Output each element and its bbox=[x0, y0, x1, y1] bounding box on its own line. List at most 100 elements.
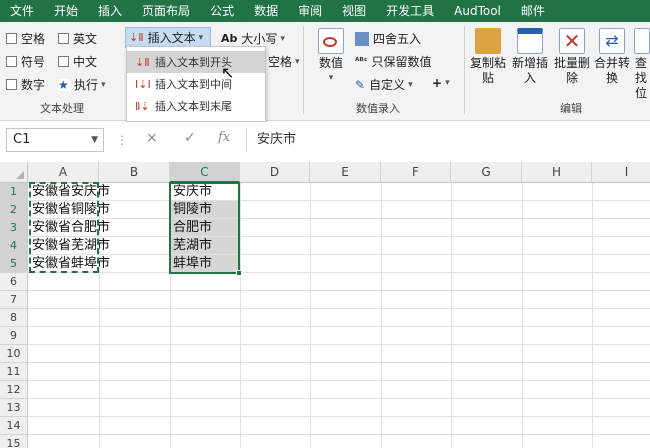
insert-text-button[interactable]: ⇣Ⅱ 插入文本 ▾ bbox=[125, 27, 211, 48]
drag-handle-icon[interactable]: ⋮ bbox=[116, 133, 129, 147]
row-header-3[interactable]: 3 bbox=[0, 219, 28, 237]
chevron-down-icon: ▾ bbox=[295, 56, 300, 67]
gridline bbox=[28, 380, 650, 381]
column-header-d[interactable]: D bbox=[240, 162, 310, 183]
plus-button[interactable]: + ▾ bbox=[432, 76, 450, 90]
value-icon bbox=[318, 28, 344, 54]
fill-handle[interactable] bbox=[236, 270, 242, 276]
checkbox-icon bbox=[58, 33, 69, 44]
formula-input[interactable]: 安庆市 bbox=[246, 128, 646, 152]
execute-label: 执行 bbox=[74, 78, 99, 92]
row-header-11[interactable]: 11 bbox=[0, 363, 28, 381]
row-header-8[interactable]: 8 bbox=[0, 309, 28, 327]
tab-page-layout[interactable]: 页面布局 bbox=[132, 0, 200, 22]
edit-group-label: 编辑 bbox=[560, 102, 582, 115]
gridline bbox=[522, 183, 523, 448]
checkbox-icon bbox=[58, 56, 69, 67]
tab-review[interactable]: 审阅 bbox=[288, 0, 332, 22]
find-label: 查找位 bbox=[634, 56, 647, 100]
insert-function-button[interactable]: fx bbox=[218, 130, 230, 145]
column-header-e[interactable]: E bbox=[310, 162, 381, 183]
merge-convert-button[interactable]: ⇄ 合并转换 bbox=[592, 28, 632, 86]
tab-view[interactable]: 视图 bbox=[332, 0, 376, 22]
menu-item-insert-start[interactable]: ⇣Ⅱ 插入文本到开头 bbox=[127, 51, 265, 73]
row-header-13[interactable]: 13 bbox=[0, 399, 28, 417]
tab-insert[interactable]: 插入 bbox=[88, 0, 132, 22]
check-number[interactable]: 数字 bbox=[6, 76, 45, 93]
gridline bbox=[28, 254, 650, 255]
column-header-b[interactable]: B bbox=[99, 162, 170, 183]
check-symbol[interactable]: 符号 bbox=[6, 53, 45, 70]
menu-item-insert-middle[interactable]: Ⅰ⇣Ⅰ 插入文本到中间 bbox=[127, 73, 265, 95]
tab-mail[interactable]: 邮件 bbox=[511, 0, 555, 22]
name-box[interactable]: C1 ▼ bbox=[6, 128, 104, 152]
add-insert-button[interactable]: 新增插入 bbox=[510, 28, 550, 86]
find-button[interactable]: 查找位 bbox=[634, 28, 650, 101]
text-group-label: 文本处理 bbox=[40, 102, 84, 115]
check-label: 数字 bbox=[21, 78, 46, 92]
tab-developer[interactable]: 开发工具 bbox=[376, 0, 444, 22]
check-space[interactable]: 空格 bbox=[6, 30, 45, 47]
column-header-h[interactable]: H bbox=[522, 162, 592, 183]
row-header-12[interactable]: 12 bbox=[0, 381, 28, 399]
confirm-button[interactable]: ✓ bbox=[184, 130, 196, 146]
tab-data[interactable]: 数据 bbox=[244, 0, 288, 22]
check-label: 空格 bbox=[21, 32, 46, 46]
row-header-2[interactable]: 2 bbox=[0, 201, 28, 219]
gridline bbox=[28, 326, 650, 327]
gridline bbox=[28, 416, 650, 417]
row-header-6[interactable]: 6 bbox=[0, 273, 28, 291]
check-label: 符号 bbox=[21, 55, 46, 69]
tab-file[interactable]: 文件 bbox=[0, 0, 44, 22]
copy-paste-button[interactable]: 复制粘贴 bbox=[468, 28, 508, 86]
chevron-down-icon: ▾ bbox=[408, 79, 413, 90]
merge-convert-label: 合并转换 bbox=[593, 56, 630, 85]
insert-start-icon: ⇣Ⅱ bbox=[135, 55, 150, 69]
cancel-button[interactable]: × bbox=[146, 130, 158, 146]
case-label: 大小写 bbox=[241, 32, 278, 46]
plus-label: + bbox=[432, 76, 443, 90]
batch-delete-button[interactable]: ✕ 批量删除 bbox=[552, 28, 592, 86]
gridline bbox=[592, 183, 593, 448]
row-header-1[interactable]: 1 bbox=[0, 183, 28, 201]
group-separator bbox=[303, 26, 304, 114]
column-header-c[interactable]: C bbox=[170, 162, 240, 183]
column-header-g[interactable]: G bbox=[451, 162, 522, 183]
gridline bbox=[28, 434, 650, 435]
tab-formulas[interactable]: 公式 bbox=[200, 0, 244, 22]
space-button[interactable]: 空格 ▾ bbox=[268, 53, 300, 70]
column-header-a[interactable]: A bbox=[28, 162, 99, 183]
row-header-15[interactable]: 15 bbox=[0, 435, 28, 448]
name-box-value: C1 bbox=[13, 132, 31, 147]
row-header-4[interactable]: 4 bbox=[0, 237, 28, 255]
column-header-i[interactable]: I bbox=[592, 162, 650, 183]
row-header-7[interactable]: 7 bbox=[0, 291, 28, 309]
select-all-corner[interactable] bbox=[0, 162, 28, 183]
gridline bbox=[310, 183, 311, 448]
gridline bbox=[28, 200, 650, 201]
tab-audtool[interactable]: AudTool bbox=[444, 0, 511, 22]
value-button[interactable]: 数值 ▾ bbox=[314, 28, 348, 86]
row-header-14[interactable]: 14 bbox=[0, 417, 28, 435]
chevron-down-icon[interactable]: ▼ bbox=[91, 129, 98, 151]
check-chinese[interactable]: 中文 bbox=[58, 53, 97, 70]
check-english[interactable]: 英文 bbox=[58, 30, 97, 47]
case-icon: Ab bbox=[221, 32, 238, 45]
merge-icon: ⇄ bbox=[599, 28, 625, 54]
case-button[interactable]: Ab 大小写 ▾ bbox=[221, 30, 285, 47]
custom-button[interactable]: ✎ 自定义 ▾ bbox=[355, 76, 413, 93]
menu-item-label: 插入文本到末尾 bbox=[155, 100, 232, 113]
row-header-5[interactable]: 5 bbox=[0, 255, 28, 273]
row-header-10[interactable]: 10 bbox=[0, 345, 28, 363]
column-header-f[interactable]: F bbox=[381, 162, 451, 183]
menu-item-insert-end[interactable]: Ⅱ⇣ 插入文本到末尾 bbox=[127, 95, 265, 117]
keep-value-button[interactable]: ᴬᴮᶜ 只保留数值 bbox=[355, 53, 431, 70]
clipboard-icon bbox=[475, 28, 501, 54]
execute-button[interactable]: ★ 执行 ▾ bbox=[58, 76, 106, 93]
gridline bbox=[28, 344, 650, 345]
gridline bbox=[240, 183, 241, 448]
round-button[interactable]: 四舍五入 bbox=[355, 30, 421, 47]
check-label: 英文 bbox=[73, 32, 98, 46]
tab-home[interactable]: 开始 bbox=[44, 0, 88, 22]
row-header-9[interactable]: 9 bbox=[0, 327, 28, 345]
